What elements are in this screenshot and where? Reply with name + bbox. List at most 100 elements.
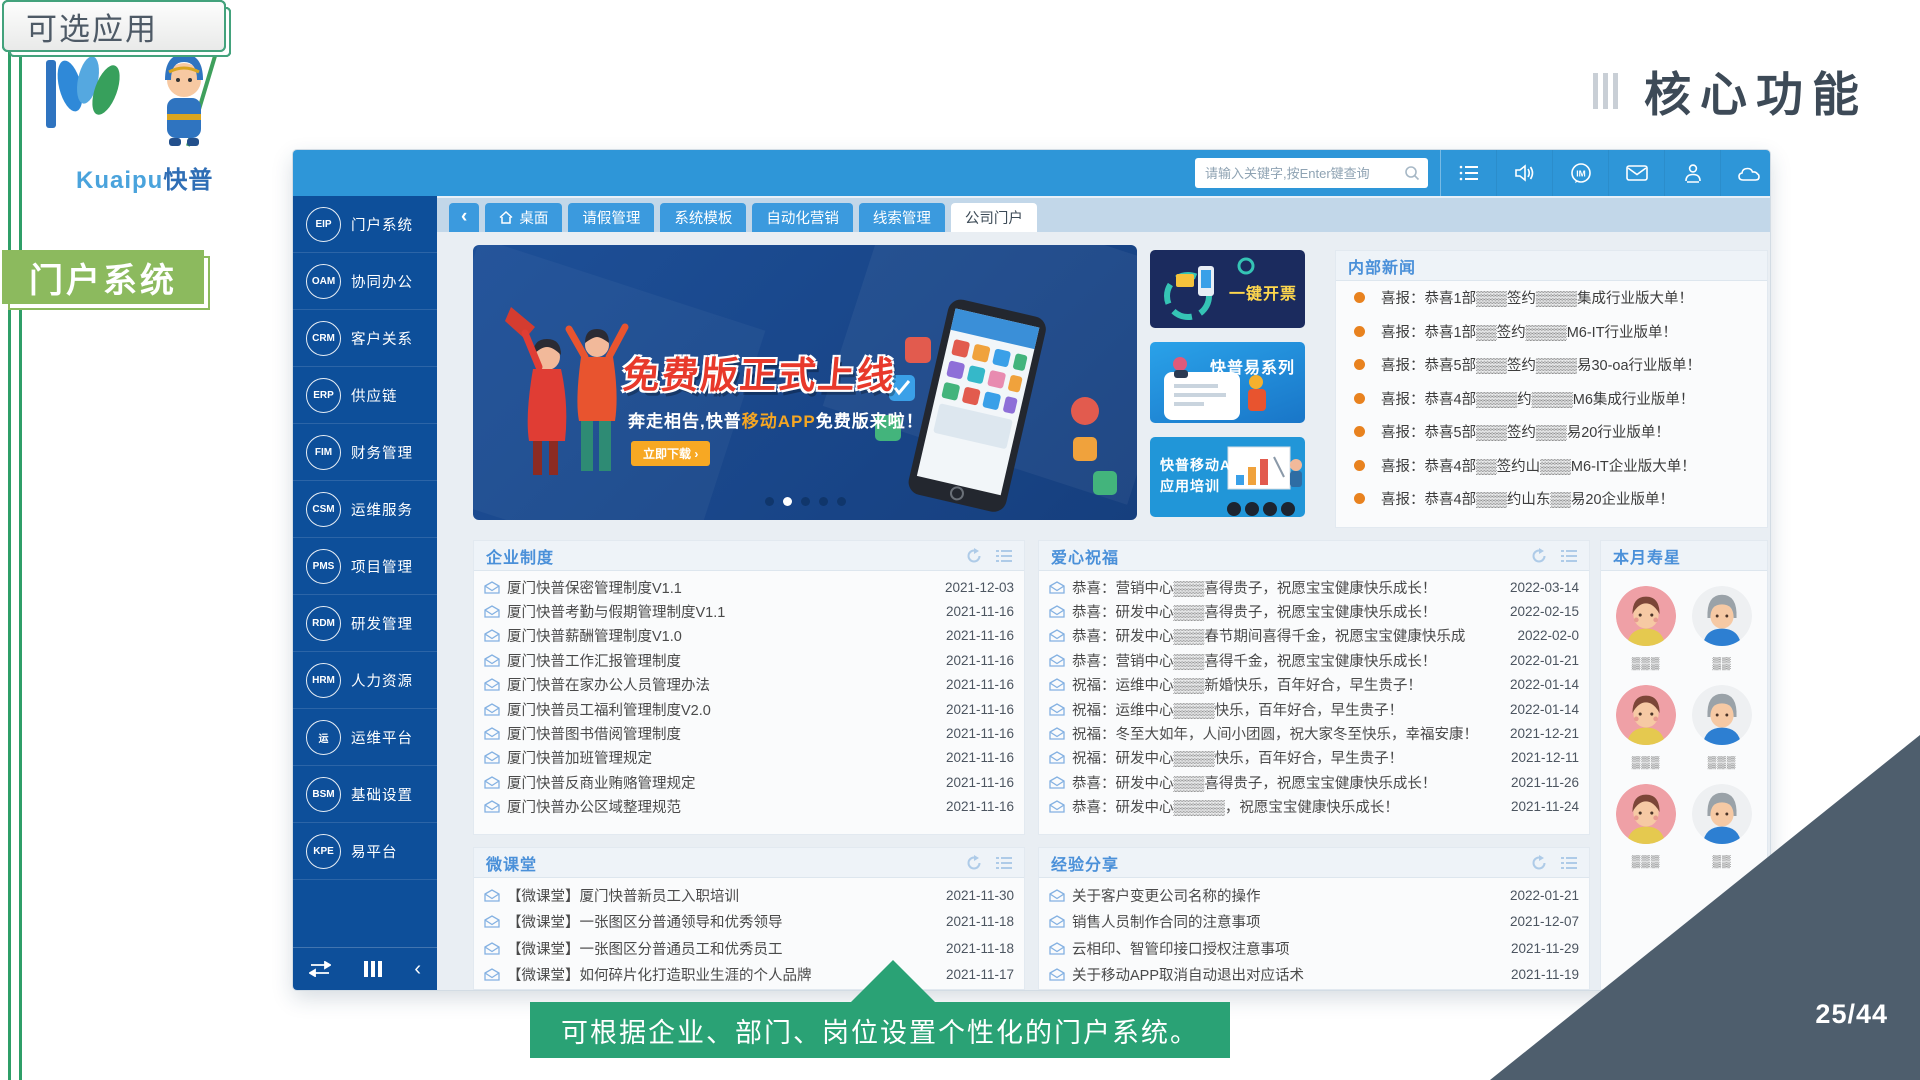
sidebar-module-item[interactable]: PMS 项目管理 xyxy=(293,538,437,595)
list-item[interactable]: 【微课堂】一张图区分普通员工和优秀员工 2021-11-18 xyxy=(484,935,1014,962)
panel-title: 经验分享 xyxy=(1051,851,1531,875)
bars-icon[interactable] xyxy=(363,960,383,978)
list-item[interactable]: 销售人员制作合同的注意事项 2021-12-07 xyxy=(1049,909,1579,936)
sidebar-module-item[interactable]: ERP 供应链 xyxy=(293,367,437,424)
refresh-icon[interactable] xyxy=(966,855,982,871)
bullet-list-icon[interactable] xyxy=(1441,150,1497,196)
list-item[interactable]: 【微课堂】厦门快普新员工入职培训 2021-11-30 xyxy=(484,882,1014,909)
list-item[interactable]: 恭喜：研发中心▒▒▒▒▒，祝愿宝宝健康快乐成长！ 2021-11-24 xyxy=(1049,795,1579,819)
person-name: ▒▒ xyxy=(1687,854,1757,868)
sidebar-module-item[interactable]: CRM 客户关系 xyxy=(293,310,437,367)
list-item[interactable]: 厦门快普在家办公人员管理办法 2021-11-16 xyxy=(484,673,1014,697)
search-box[interactable] xyxy=(1195,158,1428,188)
tab-lead-management[interactable]: 线索管理 xyxy=(859,203,945,232)
list-item[interactable]: 【微课堂】一张图区分普通领导和优秀领导 2021-11-18 xyxy=(484,909,1014,936)
menu-item-portal-active[interactable]: 门户系统 xyxy=(2,250,204,304)
sidebar-module-item[interactable]: BSM 基础设置 xyxy=(293,766,437,823)
list-item[interactable]: 厦门快普员工福利管理制度V2.0 2021-11-16 xyxy=(484,697,1014,721)
item-text: 厦门快普工作汇报管理制度 xyxy=(507,650,939,671)
list-item[interactable]: 恭喜：研发中心▒▒▒喜得贵子，祝愿宝宝健康快乐成长！ 2022-02-15 xyxy=(1049,599,1579,623)
list-item[interactable]: 厦门快普工作汇报管理制度 2021-11-16 xyxy=(484,648,1014,672)
list-item[interactable]: 厦门快普加班管理规定 2021-11-16 xyxy=(484,746,1014,770)
refresh-icon[interactable] xyxy=(1531,548,1547,564)
list-menu-icon[interactable] xyxy=(996,549,1012,563)
tab-system-template[interactable]: 系统模板 xyxy=(660,203,746,232)
cloud-icon[interactable] xyxy=(1721,150,1770,196)
sidebar-module-item[interactable]: OAM 协同办公 xyxy=(293,253,437,310)
news-item[interactable]: 喜报：恭喜5部▒▒▒签约▒▒▒▒易30-oa行业版单！ xyxy=(1336,348,1767,382)
swap-icon[interactable] xyxy=(309,961,331,977)
list-item[interactable]: 云相印、智管印接口授权注意事项 2021-11-29 xyxy=(1049,935,1579,962)
list-item[interactable]: 祝福：运维中心▒▒▒▒快乐，百年好合，早生贵子！ 2022-01-14 xyxy=(1049,697,1579,721)
refresh-icon[interactable] xyxy=(1531,855,1547,871)
sidebar-module-item[interactable]: EIP 门户系统 xyxy=(293,196,437,253)
list-item[interactable]: 厦门快普考勤与假期管理制度V1.1 2021-11-16 xyxy=(484,599,1014,623)
item-date: 2021-11-16 xyxy=(946,750,1014,765)
carousel-dot[interactable] xyxy=(837,497,846,506)
birthday-person[interactable]: ▒▒▒ xyxy=(1611,684,1681,769)
page-title: 核心功能 xyxy=(1644,56,1868,125)
tab-leave-management[interactable]: 请假管理 xyxy=(568,203,654,232)
tab-desktop[interactable]: 桌面 xyxy=(485,203,562,232)
carousel-banner[interactable]: 免费版正式上线 奔走相告,快普移动APP免费版来啦！ 立即下载 › xyxy=(473,245,1137,520)
birthday-person[interactable]: ▒▒▒ xyxy=(1611,783,1681,868)
list-item[interactable]: 关于移动APP取消自动退出对应话术 2021-11-19 xyxy=(1049,962,1579,989)
tab-back-button[interactable]: ‹ xyxy=(449,203,479,232)
tab-company-portal[interactable]: 公司门户 xyxy=(951,203,1037,232)
news-item[interactable]: 喜报：恭喜1部▒▒签约▒▒▒▒M6-IT行业版单！ xyxy=(1336,315,1767,349)
carousel-dot[interactable] xyxy=(819,497,828,506)
news-item[interactable]: 喜报：恭喜4部▒▒签约山▒▒▒M6-IT企业版大单！ xyxy=(1336,449,1767,483)
speaker-icon[interactable] xyxy=(1497,150,1553,196)
im-icon[interactable]: IM xyxy=(1553,150,1609,196)
carousel-dot-active[interactable] xyxy=(783,497,792,506)
tab-marketing-automation[interactable]: 自动化营销 xyxy=(752,203,853,232)
list-item[interactable]: 厦门快普反商业贿赂管理规定 2021-11-16 xyxy=(484,770,1014,794)
search-icon[interactable] xyxy=(1404,165,1420,181)
list-item[interactable]: 厦门快普图书借阅管理制度 2021-11-16 xyxy=(484,721,1014,745)
birthday-person[interactable]: ▒▒ xyxy=(1687,585,1757,670)
bullet-dot-icon xyxy=(1354,493,1365,504)
module-label: 客户关系 xyxy=(351,328,413,349)
promo-card-invoice[interactable]: 一键开票 xyxy=(1150,250,1305,328)
birthday-person[interactable]: ▒▒ xyxy=(1687,783,1757,868)
list-menu-icon[interactable] xyxy=(1561,549,1577,563)
sidebar-module-item[interactable]: CSM 运维服务 xyxy=(293,481,437,538)
sidebar-module-item[interactable]: RDM 研发管理 xyxy=(293,595,437,652)
list-item[interactable]: 恭喜：营销中心▒▒▒喜得贵子，祝愿宝宝健康快乐成长！ 2022-03-14 xyxy=(1049,575,1579,599)
list-item[interactable]: 厦门快普办公区域整理规范 2021-11-16 xyxy=(484,795,1014,819)
list-item[interactable]: 厦门快普保密管理制度V1.1 2021-12-03 xyxy=(484,575,1014,599)
list-item[interactable]: 祝福：研发中心▒▒▒▒快乐，百年好合，早生贵子！ 2021-12-11 xyxy=(1049,746,1579,770)
sidebar-module-item[interactable]: KPE 易平台 xyxy=(293,823,437,880)
list-item[interactable]: 恭喜：研发中心▒▒▒春节期间喜得千金，祝愿宝宝健康快乐成 2022-02-0 xyxy=(1049,624,1579,648)
sidebar-module-item[interactable]: HRM 人力资源 xyxy=(293,652,437,709)
carousel-dot[interactable] xyxy=(765,497,774,506)
sidebar-module-item[interactable]: 运 运维平台 xyxy=(293,709,437,766)
search-input[interactable] xyxy=(1203,165,1404,182)
refresh-icon[interactable] xyxy=(966,548,982,564)
collapse-left-icon[interactable]: ‹ xyxy=(414,959,421,979)
list-menu-icon[interactable] xyxy=(1561,856,1577,870)
carousel-dot[interactable] xyxy=(801,497,810,506)
sidebar-module-item[interactable]: FIM 财务管理 xyxy=(293,424,437,481)
birthday-person[interactable]: ▒▒▒ xyxy=(1687,684,1757,769)
news-item[interactable]: 喜报：恭喜4部▒▒▒约山东▒▒易20企业版单！ xyxy=(1336,482,1767,516)
list-item[interactable]: 祝福：运维中心▒▒▒新婚快乐，百年好合，早生贵子！ 2022-01-14 xyxy=(1049,673,1579,697)
list-menu-icon[interactable] xyxy=(996,856,1012,870)
birthday-person[interactable]: ▒▒▒ xyxy=(1611,585,1681,670)
download-button[interactable]: 立即下载 › xyxy=(631,441,710,466)
item-text: 销售人员制作合同的注意事项 xyxy=(1072,911,1503,932)
mail-icon[interactable] xyxy=(1609,150,1665,196)
promo-card-easy-series[interactable]: 快普易系列 xyxy=(1150,342,1305,423)
menu-item[interactable]: 可选应用 xyxy=(2,0,226,52)
user-icon[interactable] xyxy=(1665,150,1721,196)
list-item[interactable]: 厦门快普薪酬管理制度V1.0 2021-11-16 xyxy=(484,624,1014,648)
list-item[interactable]: 恭喜：营销中心▒▒▒喜得千金，祝愿宝宝健康快乐成长！ 2022-01-21 xyxy=(1049,648,1579,672)
list-item[interactable]: 祝福：冬至大如年，人间小团圆，祝大家冬至快乐，幸福安康！ 2021-12-21 xyxy=(1049,721,1579,745)
list-item[interactable]: 关于客户变更公司名称的操作 2022-01-21 xyxy=(1049,882,1579,909)
logo-text-en: Kuaipu xyxy=(76,167,163,194)
news-item[interactable]: 喜报：恭喜1部▒▒▒签约▒▒▒▒集成行业版大单！ xyxy=(1336,281,1767,315)
news-item[interactable]: 喜报：恭喜4部▒▒▒▒约▒▒▒▒M6集成行业版单！ xyxy=(1336,382,1767,416)
list-item[interactable]: 恭喜：研发中心▒▒▒喜得贵子，祝愿宝宝健康快乐成长！ 2021-11-26 xyxy=(1049,770,1579,794)
news-item[interactable]: 喜报：恭喜5部▒▒▒签约▒▒▒易20行业版单！ xyxy=(1336,415,1767,449)
promo-card-app-training[interactable]: 快普移动APP应用培训 xyxy=(1150,437,1305,517)
